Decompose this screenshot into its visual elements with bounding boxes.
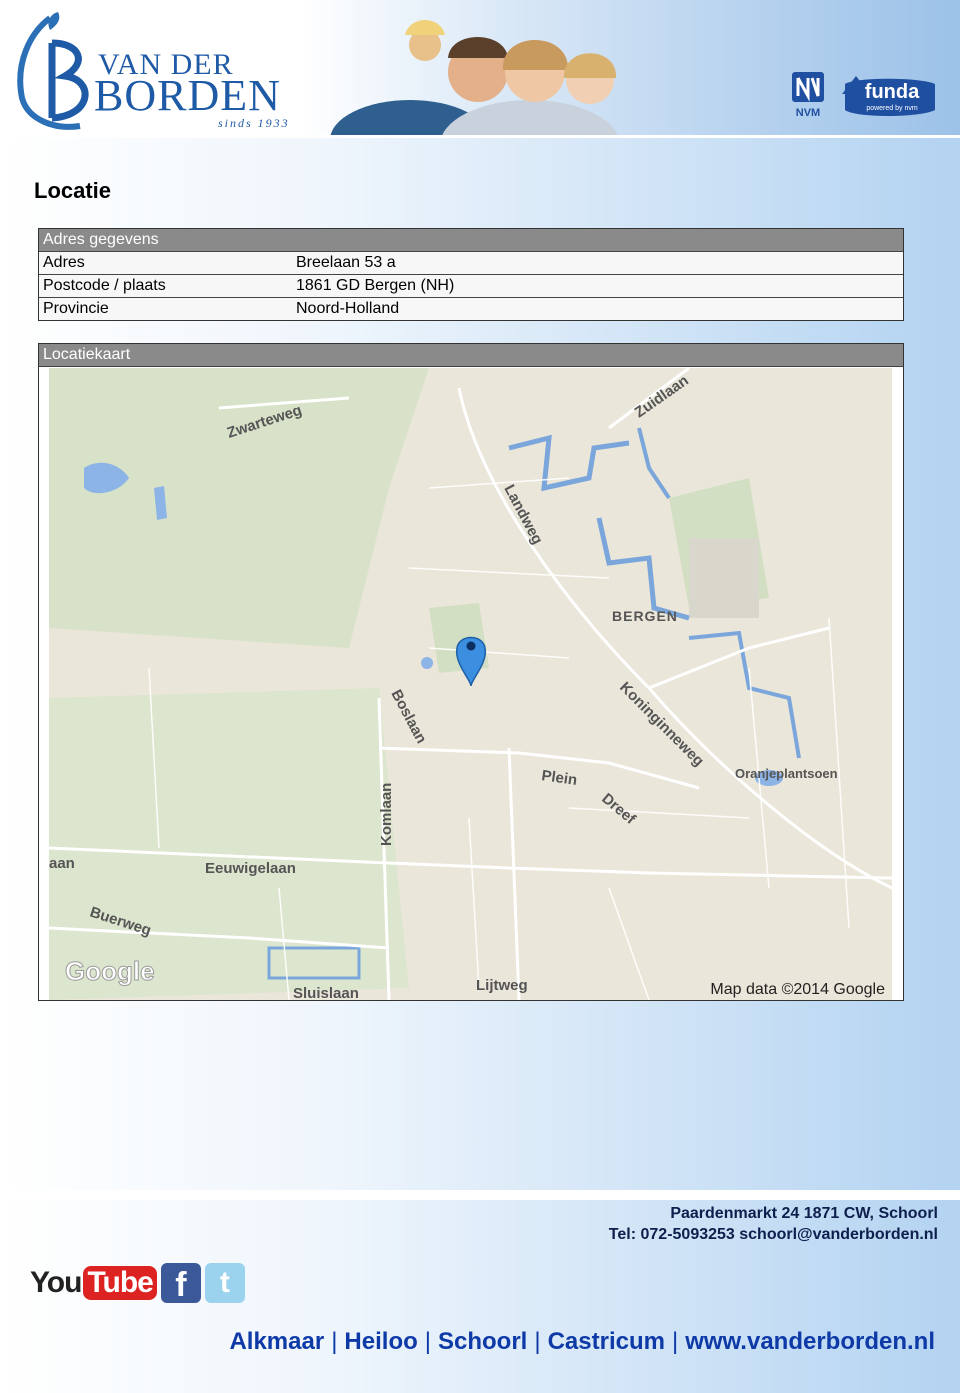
footer-divider: [0, 1190, 960, 1200]
website-link[interactable]: www.vanderborden.nl: [685, 1328, 935, 1355]
svg-text:funda: funda: [865, 81, 920, 103]
facebook-icon[interactable]: f: [160, 1263, 201, 1304]
youtube-icon[interactable]: You Tube: [30, 1266, 157, 1300]
street-label-komlaan: Komlaan: [378, 783, 395, 846]
office-link-castricum[interactable]: Castricum: [548, 1328, 665, 1355]
family-photo: [330, 20, 618, 135]
office-link-schoorl[interactable]: Schoorl: [438, 1328, 527, 1355]
map-section-header: Locatiekaart: [39, 344, 903, 367]
map-place-label-bergen: BERGEN: [612, 608, 678, 624]
page-title: Locatie: [34, 178, 112, 203]
google-watermark: Google: [65, 956, 155, 986]
office-address: Paardenmarkt 24 1871 CW, Schoorl: [670, 1205, 938, 1222]
youtube-text-tube: Tube: [83, 1266, 157, 1300]
address-table-header: Adres gegevens: [39, 229, 903, 251]
page-header: VAN DER BORDEN sinds 1933 NVM funda powe…: [0, 0, 960, 138]
location-map[interactable]: Zwarteweg Zuidlaan Landweg BERGEN Koning…: [49, 368, 892, 1000]
table-row: Postcode / plaats 1861 GD Bergen (NH): [39, 274, 903, 297]
province-label: Provincie: [43, 300, 109, 317]
postcode-value: 1861 GD Bergen (NH): [296, 277, 455, 294]
province-value: Noord-Holland: [296, 300, 400, 317]
address-table: Adres gegevens Adres Breelaan 53 a Postc…: [38, 228, 904, 321]
social-links: You Tube f t: [30, 1262, 245, 1304]
nvm-logo-icon[interactable]: NVM: [790, 70, 826, 118]
street-label-eeuwigelaan: Eeuwigelaan: [205, 860, 296, 877]
office-contact[interactable]: Tel: 072-5093253 schoorl@vanderborden.nl: [609, 1226, 938, 1244]
table-row: Provincie Noord-Holland: [39, 297, 903, 320]
location-map-section: Locatiekaart Zwarteweg Zuidlaan Landweg …: [38, 343, 904, 1001]
vanderborden-logo[interactable]: VAN DER BORDEN sinds 1933: [10, 8, 300, 133]
office-link-heiloo[interactable]: Heiloo: [344, 1328, 417, 1355]
separator: |: [424, 1328, 431, 1355]
youtube-text-you: You: [30, 1266, 82, 1299]
svg-text:NVM: NVM: [796, 107, 820, 118]
map-attribution: Map data ©2014 Google: [710, 981, 885, 998]
office-link-alkmaar[interactable]: Alkmaar: [229, 1328, 324, 1355]
separator: |: [331, 1328, 338, 1355]
funda-logo-icon[interactable]: funda powered by nvm: [840, 72, 940, 118]
logo-text-borden: BORDEN: [94, 71, 281, 120]
street-label-sluislaan: Sluislaan: [293, 985, 359, 1000]
svg-text:powered by nvm: powered by nvm: [866, 105, 918, 112]
postcode-label: Postcode / plaats: [43, 277, 166, 294]
address-value: Breelaan 53 a: [296, 254, 396, 271]
separator: |: [671, 1328, 679, 1355]
table-row: Adres Breelaan 53 a: [39, 251, 903, 274]
address-label: Adres: [43, 254, 85, 271]
office-links: Alkmaar | Heiloo | Schoorl | Castricum | www.van…: [229, 1328, 935, 1356]
logo-since: sinds 1933: [218, 116, 290, 130]
street-label-aan: aan: [49, 855, 75, 872]
street-label-lijtweg: Lijtweg: [476, 977, 528, 994]
street-label-oranjeplantsoen: Oranjeplantsoen: [735, 766, 838, 781]
twitter-icon[interactable]: t: [204, 1263, 245, 1303]
separator: |: [534, 1328, 541, 1355]
